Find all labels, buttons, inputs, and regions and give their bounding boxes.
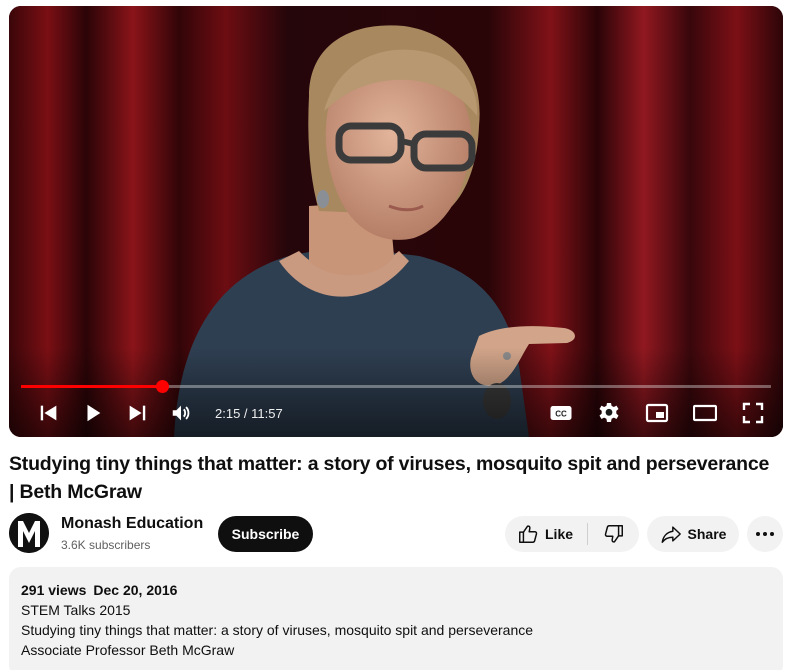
more-horizontal-icon xyxy=(770,532,774,536)
more-horizontal-icon xyxy=(756,532,760,536)
theater-mode-button[interactable] xyxy=(687,397,723,429)
channel-name[interactable]: Monash Education xyxy=(61,515,203,533)
channel-avatar[interactable] xyxy=(9,513,49,553)
like-button[interactable]: Like xyxy=(505,516,587,552)
more-actions-button[interactable] xyxy=(747,516,783,552)
time-display: 2:15 / 11:57 xyxy=(215,405,283,421)
skip-next-icon xyxy=(129,405,146,421)
progress-scrubber[interactable] xyxy=(155,380,169,393)
play-icon xyxy=(87,404,101,422)
description-box[interactable]: 291 views Dec 20, 2016 STEM Talks 2015 St… xyxy=(9,567,783,670)
captions-button[interactable]: CC xyxy=(543,397,579,429)
like-label: Like xyxy=(545,526,574,542)
closed-captions-icon: CC xyxy=(550,406,572,420)
description-line: STEM Talks 2015 xyxy=(21,602,131,618)
thumbs-down-icon xyxy=(604,525,623,543)
miniplayer-button[interactable] xyxy=(639,397,675,429)
fullscreen-button[interactable] xyxy=(735,397,771,429)
video-title: Studying tiny things that matter: a stor… xyxy=(9,453,770,503)
fullscreen-icon xyxy=(742,402,764,424)
progress-played xyxy=(21,385,162,388)
dislike-button[interactable] xyxy=(588,516,639,552)
next-button[interactable] xyxy=(121,397,153,429)
theater-mode-icon xyxy=(693,404,717,422)
progress-bar[interactable] xyxy=(21,380,771,393)
subscribe-button[interactable]: Subscribe xyxy=(218,516,313,552)
miniplayer-icon xyxy=(645,403,669,423)
play-button[interactable] xyxy=(77,397,109,429)
video-player[interactable]: 2:15 / 11:57 CC xyxy=(9,6,783,437)
share-arrow-icon xyxy=(661,526,681,543)
description-meta: 291 views Dec 20, 2016 xyxy=(21,580,771,600)
volume-button[interactable] xyxy=(165,397,197,429)
thumbs-up-icon xyxy=(519,525,538,543)
volume-icon xyxy=(172,405,190,421)
share-button[interactable]: Share xyxy=(647,516,739,552)
monash-logo-icon xyxy=(9,513,49,553)
description-line: Associate Professor Beth McGraw xyxy=(21,642,235,658)
player-controls: 2:15 / 11:57 CC xyxy=(9,396,783,430)
description-line: Studying tiny things that matter: a stor… xyxy=(21,622,534,638)
upload-date: Dec 20, 2016 xyxy=(93,582,178,598)
settings-button[interactable] xyxy=(591,397,627,429)
like-dislike-group: Like xyxy=(505,516,639,552)
more-horizontal-icon xyxy=(763,532,767,536)
view-count: 291 views xyxy=(21,582,87,598)
subscriber-count: 3.6K subscribers xyxy=(61,538,151,552)
share-label: Share xyxy=(687,526,727,542)
skip-previous-icon xyxy=(40,405,57,421)
svg-text:CC: CC xyxy=(555,410,567,419)
gear-icon xyxy=(599,403,619,422)
previous-button[interactable] xyxy=(33,397,65,429)
